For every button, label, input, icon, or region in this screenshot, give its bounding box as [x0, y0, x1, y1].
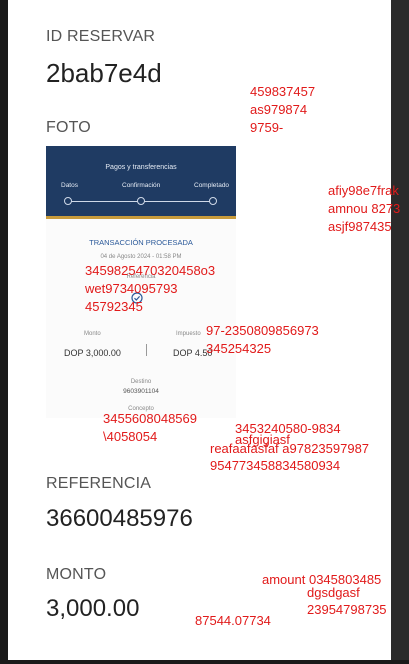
annotation-text: asjf987435 — [328, 219, 392, 234]
receipt-divider — [146, 344, 147, 356]
receipt-step-confirmacion: Confirmación — [122, 182, 161, 189]
annotation-text: 87544.07734 — [195, 613, 271, 628]
annotation-e: 3455608048569 \4058054 — [103, 410, 197, 446]
annotation-text: \4058054 — [103, 429, 158, 444]
annotation-text: 3455608048569 — [103, 411, 197, 426]
annotation-text: 9759- — [250, 120, 284, 135]
receipt-date: 04 de Agosto 2024 - 01:58 PM — [100, 254, 182, 260]
annotation-text: 459837457 — [250, 84, 316, 99]
receipt-step-dot-1 — [64, 197, 72, 205]
annotation-f: 3453240580-9834 asfgigiasf reafaafasfaf … — [210, 420, 369, 474]
receipt-header-title: Pagos y transferencias — [105, 164, 177, 171]
receipt-header-accent — [46, 216, 236, 219]
annotation-h: 87544.07734 — [195, 612, 271, 630]
annotation-a: 459837457 as979874 9759- — [250, 83, 315, 137]
annotation-d: 97-2350809856973 345254325 — [206, 322, 319, 358]
receipt-header — [46, 146, 236, 216]
annotation-text: 954773458834580934 — [210, 458, 341, 473]
reservation-id-value: 2bab7e4d — [46, 58, 162, 88]
amount-value: 3,000.00 — [46, 595, 140, 622]
receipt-step-dot-2 — [137, 197, 145, 205]
receipt-tax-label: Impuesto — [176, 331, 201, 337]
annotation-text: 345254325 — [206, 341, 272, 356]
annotation-text: wet9734095793 — [85, 281, 178, 296]
window-frame-left — [0, 0, 8, 664]
annotation-c: 3459825470320458o3 wet9734095793 4579234… — [85, 262, 215, 316]
annotation-g: amount 0345803485 dgsdgasf 23954798735 — [262, 571, 387, 618]
annotation-text: afiy98e7frak — [328, 183, 399, 198]
annotation-b: afiy98e7frak amnou 8273 asjf987435 — [328, 182, 400, 236]
receipt-amount-label: Monto — [84, 331, 101, 337]
annotation-text: reafaafasfaf a97823597987 — [210, 441, 370, 456]
receipt-step-datos: Datos — [61, 182, 78, 189]
receipt-destination-value: 9603901104 — [123, 388, 159, 395]
annotation-text: 45792345 — [85, 299, 143, 314]
receipt-amount-value: DOP 3,000.00 — [64, 348, 121, 358]
annotation-text: amnou 8273 — [328, 201, 401, 216]
amount-label: MONTO — [46, 566, 107, 583]
reference-value: 36600485976 — [46, 505, 193, 532]
receipt-step-completado: Completado — [194, 182, 230, 189]
reference-label: REFERENCIA — [46, 475, 152, 492]
annotation-text: 3459825470320458o3 — [85, 263, 216, 278]
photo-label: FOTO — [46, 119, 91, 136]
receipt-step-dot-3 — [209, 197, 217, 205]
reservation-id-label: ID RESERVAR — [46, 28, 156, 45]
window-frame-bottom — [0, 660, 409, 664]
scrollbar-track[interactable] — [391, 0, 409, 664]
annotation-text: 23954798735 — [307, 602, 387, 617]
annotation-text: as979874 — [250, 102, 308, 117]
receipt-status-title: TRANSACCIÓN PROCESADA — [89, 238, 193, 247]
receipt-destination-label: Destino — [130, 379, 152, 385]
annotation-text: 97-2350809856973 — [206, 323, 319, 338]
